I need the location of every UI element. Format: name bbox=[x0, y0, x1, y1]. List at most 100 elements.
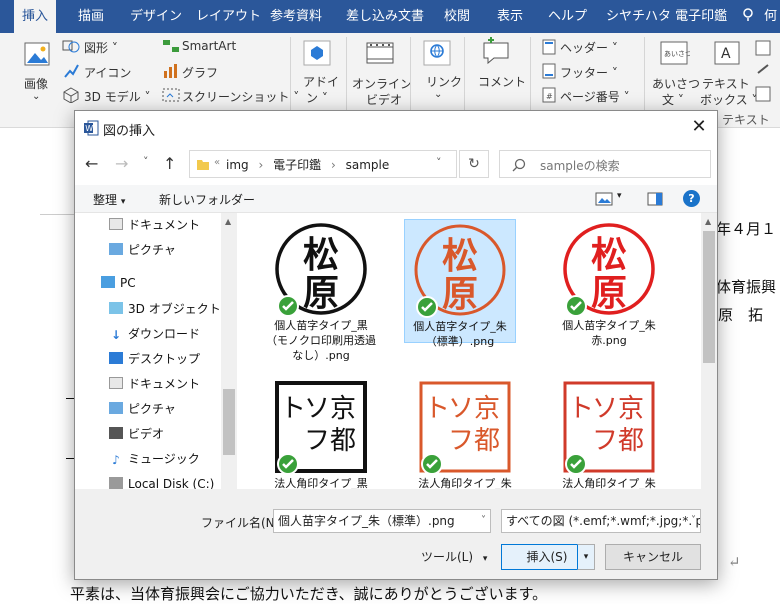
view-options-icon[interactable] bbox=[595, 192, 613, 206]
tell-me-icon[interactable] bbox=[740, 0, 756, 33]
file-item-kojin-shuaka[interactable]: 松 原 個人苗字タイプ_朱赤.png bbox=[553, 221, 665, 348]
online-video-label-2[interactable]: ビデオ bbox=[366, 91, 402, 108]
nav-item-pc[interactable]: PC bbox=[101, 271, 136, 295]
tab-mailings[interactable]: 差し込み文書 bbox=[346, 0, 424, 33]
new-folder-button[interactable]: 新しいフォルダー bbox=[159, 191, 255, 208]
tab-tell-me[interactable]: 何 bbox=[764, 0, 777, 33]
file-thumbnail: 京 都 ソ フ ト bbox=[417, 379, 513, 475]
tools-button[interactable]: ツール(L) ▾ bbox=[421, 544, 487, 572]
link-button[interactable]: リンク bbox=[426, 73, 462, 90]
refresh-icon[interactable]: ↻ bbox=[459, 150, 489, 178]
breadcrumb-denshi-inkan[interactable]: 電子印鑑 bbox=[273, 158, 321, 172]
greeting-icon: あいさつ bbox=[660, 41, 690, 65]
addin-label-2[interactable]: ン ˅ bbox=[306, 89, 328, 106]
tab-view[interactable]: 表示 bbox=[497, 0, 523, 33]
chevron-down-icon[interactable]: ⌄ bbox=[434, 89, 442, 100]
greeting-label-2[interactable]: 文 ˅ bbox=[662, 91, 684, 108]
file-scrollbar[interactable]: ▲ bbox=[701, 213, 717, 489]
file-item-kojin-black[interactable]: 松 原 個人苗字タイプ_黒（モノクロ印刷用透過なし）.png bbox=[265, 221, 377, 363]
recent-locations-icon[interactable]: ˅ bbox=[143, 155, 149, 168]
nav-item-pictures-2[interactable]: ピクチャ bbox=[109, 397, 176, 421]
file-type-select[interactable]: すべての図 (*.emf;*.wmf;*.jpg;*.jp ˅ bbox=[501, 509, 701, 533]
nav-item-3d-objects[interactable]: 3D オブジェクト bbox=[109, 297, 221, 321]
nav-item-videos[interactable]: ビデオ bbox=[109, 422, 164, 446]
nav-scrollbar[interactable]: ▲ bbox=[221, 213, 237, 489]
chevron-down-icon[interactable]: ⌄ bbox=[32, 91, 40, 102]
tab-layout[interactable]: レイアウト bbox=[196, 0, 261, 33]
tools-label: ツール(L) bbox=[421, 550, 474, 564]
picture-button[interactable]: 画像 bbox=[24, 75, 48, 92]
desktop-icon bbox=[109, 352, 123, 364]
search-box[interactable]: sampleの検索 bbox=[499, 150, 711, 178]
text-tools-icon[interactable] bbox=[754, 39, 772, 109]
scroll-up-icon[interactable]: ▲ bbox=[705, 217, 711, 226]
tab-design[interactable]: デザイン bbox=[130, 0, 182, 33]
up-arrow-icon[interactable]: ↑ bbox=[163, 154, 176, 173]
model3d-button[interactable]: 3D モデル ˅ bbox=[84, 88, 151, 105]
nav-item-pictures[interactable]: ピクチャ bbox=[109, 238, 176, 262]
scroll-up-icon[interactable]: ▲ bbox=[225, 217, 231, 226]
check-icon bbox=[565, 295, 587, 317]
cube-3d-icon bbox=[63, 87, 79, 103]
picture-icon[interactable] bbox=[22, 39, 52, 69]
shapes-button[interactable]: 図形 ˅ bbox=[84, 39, 118, 56]
svg-text:ソ: ソ bbox=[592, 394, 618, 424]
page-number-button[interactable]: ページ番号 ˅ bbox=[560, 88, 630, 105]
online-video-button[interactable]: オンライン bbox=[352, 75, 412, 92]
overflow-icon[interactable]: « bbox=[214, 157, 220, 168]
nav-item-desktop[interactable]: デスクトップ bbox=[109, 347, 200, 371]
screenshot-button[interactable]: スクリーンショット ˅ bbox=[182, 88, 299, 105]
breadcrumb-sample[interactable]: sample bbox=[346, 158, 390, 172]
addin-button[interactable]: アドイ bbox=[303, 73, 339, 90]
scroll-thumb[interactable] bbox=[223, 389, 235, 455]
tab-help[interactable]: ヘルプ bbox=[548, 0, 587, 33]
tab-review[interactable]: 校閲 bbox=[444, 0, 470, 33]
file-item-houjin-shuaka[interactable]: 京 都 ソ フ ト 法人角印タイプ_朱 bbox=[553, 379, 665, 489]
smartart-button[interactable]: SmartArt bbox=[182, 39, 236, 53]
nav-item-downloads[interactable]: ↓ ダウンロード bbox=[109, 322, 200, 346]
file-name: 法人角印タイプ_朱 bbox=[562, 477, 656, 489]
tab-shachihata[interactable]: シヤチハタ 電子印鑑 bbox=[606, 0, 727, 33]
file-item-houjin-black[interactable]: 京 都 ソ フ ト 法人角印タイプ_黒 bbox=[265, 379, 377, 489]
cancel-button[interactable]: キャンセル bbox=[605, 544, 701, 570]
address-dropdown-icon[interactable]: ˅ bbox=[436, 156, 442, 169]
scroll-thumb[interactable] bbox=[703, 231, 715, 363]
file-item-houjin-shu[interactable]: 京 都 ソ フ ト 法人角印タイプ_朱 bbox=[409, 379, 521, 489]
insert-dropdown-icon[interactable]: ▾ bbox=[577, 544, 595, 570]
breadcrumb-img[interactable]: img bbox=[226, 158, 249, 172]
footer-button[interactable]: フッター ˅ bbox=[560, 64, 618, 81]
chart-button[interactable]: グラフ bbox=[182, 64, 218, 81]
textbox-label-2[interactable]: ボックス ˅ bbox=[700, 91, 757, 108]
nav-item-music[interactable]: ♪ ミュージック bbox=[109, 447, 200, 471]
tab-insert[interactable]: 挿入 bbox=[14, 0, 57, 33]
file-name-input[interactable]: 個人苗字タイプ_朱（標準）.png ˅ bbox=[273, 509, 491, 533]
forward-arrow-icon[interactable]: → bbox=[115, 154, 128, 173]
ribbon-separator bbox=[290, 37, 291, 121]
icons-button[interactable]: アイコン bbox=[84, 64, 131, 81]
address-bar[interactable]: « img › 電子印鑑 › sample ˅ bbox=[189, 150, 457, 178]
organize-button[interactable]: 整理 ▾ bbox=[93, 191, 125, 208]
chevron-down-icon[interactable]: ˅ bbox=[691, 510, 696, 532]
chevron-down-icon[interactable]: ˅ bbox=[481, 510, 486, 532]
navigation-pane: ドキュメント ピクチャ PC 3D オブジェクト ↓ ダウンロード デスクトップ … bbox=[75, 213, 239, 491]
view-dropdown-icon[interactable]: ▾ bbox=[617, 191, 622, 201]
dialog-title-bar: W 図の挿入 ✕ bbox=[75, 111, 717, 145]
header-button[interactable]: ヘッダー ˅ bbox=[560, 39, 618, 56]
greeting-button[interactable]: あいさつ bbox=[652, 75, 700, 92]
file-thumbnail: 京 都 ソ フ ト bbox=[273, 379, 369, 475]
nav-item-documents[interactable]: ドキュメント bbox=[109, 213, 200, 237]
textbox-button[interactable]: テキスト bbox=[702, 75, 750, 92]
disk-icon bbox=[109, 477, 123, 489]
music-note-icon: ♪ bbox=[112, 453, 120, 467]
nav-item-documents-2[interactable]: ドキュメント bbox=[109, 372, 200, 396]
back-arrow-icon[interactable]: ← bbox=[85, 154, 98, 173]
comment-button[interactable]: コメント bbox=[478, 73, 526, 90]
preview-pane-icon[interactable] bbox=[647, 192, 663, 206]
comment-icon bbox=[483, 37, 509, 65]
help-icon[interactable]: ? bbox=[683, 190, 700, 207]
tab-references[interactable]: 参考資料 bbox=[270, 0, 322, 33]
tab-draw[interactable]: 描画 bbox=[78, 0, 104, 33]
file-item-kojin-shu-selected[interactable]: 松 原 個人苗字タイプ_朱（標準）.png bbox=[404, 219, 516, 348]
close-icon[interactable]: ✕ bbox=[687, 115, 711, 139]
ribbon-tab-bar: 挿入 描画 デザイン レイアウト 参考資料 差し込み文書 校閲 表示 ヘルプ シ… bbox=[0, 0, 780, 33]
